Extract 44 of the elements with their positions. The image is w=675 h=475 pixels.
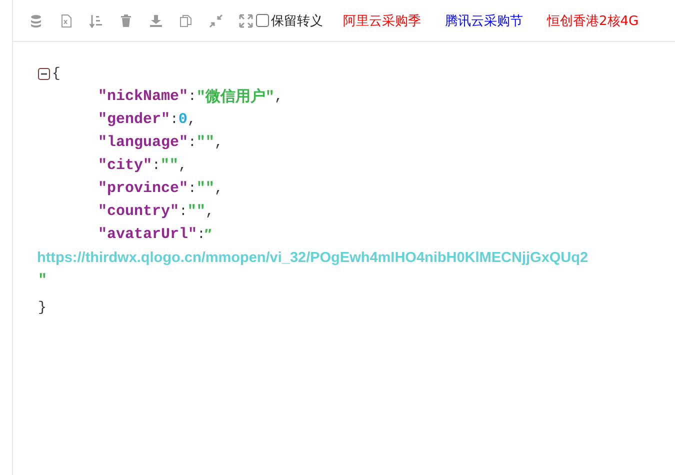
colon: :: [188, 134, 196, 150]
colon: :: [179, 204, 188, 220]
copy-icon[interactable]: [179, 14, 193, 28]
promo-link[interactable]: 恒创香港2核4G: [547, 12, 639, 30]
json-value: ″微信用户″: [196, 87, 274, 106]
compress-icon[interactable]: [209, 14, 223, 28]
colon: :: [170, 112, 178, 128]
json-key: ″language″: [98, 134, 188, 151]
promo-link[interactable]: 腾讯云采购节: [445, 12, 523, 30]
json-value: ″″: [196, 134, 214, 151]
open-brace: {: [52, 66, 60, 82]
json-value: ″″: [160, 157, 178, 174]
download-icon[interactable]: [149, 14, 163, 28]
json-value: 0: [178, 111, 188, 128]
colon: :: [188, 88, 196, 104]
checkbox-label: 保留转义: [271, 12, 323, 30]
checkbox[interactable]: [256, 14, 269, 27]
json-key: ″city″: [98, 157, 152, 174]
colon: :: [152, 158, 160, 174]
comma: ,: [178, 158, 187, 174]
colon: :: [188, 180, 196, 196]
json-key: ″province″: [98, 180, 188, 197]
database-icon[interactable]: [29, 14, 43, 28]
collapse-toggle-icon[interactable]: [38, 68, 50, 80]
comma: ,: [274, 88, 283, 104]
comma: ,: [214, 180, 223, 196]
sort-icon[interactable]: [89, 14, 103, 28]
json-value: ″″: [196, 180, 214, 197]
json-value: ″″: [187, 203, 206, 220]
json-key: ″gender″: [98, 111, 170, 128]
closing-quote: ″: [38, 272, 48, 289]
comma: ,: [205, 204, 214, 220]
document-icon[interactable]: [59, 14, 73, 28]
delete-icon[interactable]: [119, 14, 133, 28]
comma: ,: [214, 134, 223, 150]
comma: ,: [187, 112, 196, 128]
json-value: ″: [204, 226, 212, 242]
expand-icon[interactable]: [239, 14, 253, 28]
json-key: ″country″: [98, 203, 180, 220]
json-key: ″avatarUrl″: [98, 226, 198, 243]
json-key: ″nickName″: [98, 88, 188, 105]
colon: :: [197, 226, 206, 242]
promo-link[interactable]: 阿里云采购季: [343, 12, 421, 30]
close-brace: }: [38, 300, 46, 316]
